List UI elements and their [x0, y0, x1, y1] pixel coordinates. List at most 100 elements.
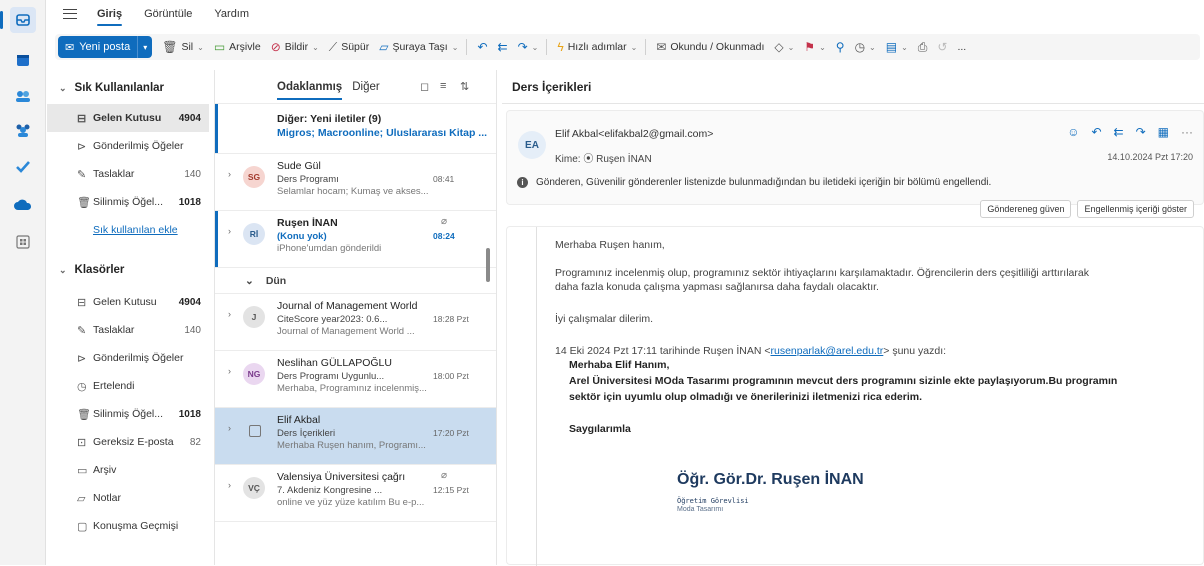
tag-button[interactable]: ◇ ⌄: [774, 40, 794, 54]
reply-icon[interactable]: ↶: [1091, 125, 1101, 139]
list-item[interactable]: › Rİ Ruşen İNAN (Konu yok) iPhone'umdan gönd…: [215, 211, 496, 268]
chevron-down-icon[interactable]: ⌄: [819, 43, 826, 52]
recipient[interactable]: Kime: ⦿ Ruşen İNAN: [555, 150, 652, 165]
preview: Merhaba, Programınız incelenmiş...: [277, 383, 427, 394]
apps-icon[interactable]: [13, 232, 33, 252]
chevron-right-icon[interactable]: ›: [228, 169, 231, 179]
trust-sender-button[interactable]: Göndereneg güven: [980, 200, 1072, 218]
reply-all-icon[interactable]: ⇇: [1114, 125, 1124, 139]
folder-count: 4904: [178, 296, 201, 308]
folders-header[interactable]: ⌄ Klasörler: [47, 260, 209, 280]
body-para2: daha fazla konuda çalışma yapması sağlan…: [555, 281, 879, 293]
rules-button[interactable]: ▤ ⌄: [886, 40, 908, 54]
new-mail-button[interactable]: ✉ Yeni posta ▾: [58, 36, 153, 58]
chevron-down-icon[interactable]: ⌄: [197, 43, 204, 52]
folder-1[interactable]: ✎ Taslaklar 140: [47, 316, 209, 344]
move-button[interactable]: ▱ Şuraya Taşı ⌄: [379, 40, 458, 54]
show-blocked-content-button[interactable]: Engellenmiş içeriği göster: [1077, 200, 1194, 218]
sender[interactable]: Elif Akbal<elifakbal2@gmail.com>: [555, 128, 713, 140]
mail-app-icon[interactable]: [0, 7, 36, 33]
folder-3[interactable]: ◷ Ertelendi: [47, 372, 209, 400]
print-button[interactable]: ⎙: [918, 40, 928, 55]
sweep-button[interactable]: ⟋ Süpür: [329, 40, 369, 55]
flag-button[interactable]: ⚑ ⌄: [804, 40, 825, 54]
list-item[interactable]: › VÇ Valensiya Üniversitesi çağrı 7. Akdeni…: [215, 465, 496, 522]
report-button[interactable]: ⊘ Bildir ⌄: [271, 40, 319, 54]
select-checkbox[interactable]: [249, 425, 261, 437]
chevron-down-icon[interactable]: ⌄: [312, 43, 319, 52]
chevron-right-icon[interactable]: ›: [228, 309, 231, 319]
chevron-down-icon[interactable]: ⌄: [869, 43, 876, 52]
undo-button[interactable]: ↺: [937, 40, 947, 54]
other-title: Diğer: Yeni iletiler (9): [277, 113, 382, 125]
folder-6[interactable]: ▭ Arşiv: [47, 456, 209, 484]
fav-2[interactable]: ✎ Taslaklar 140: [47, 160, 209, 188]
email-link[interactable]: rusenparlak@arel.edu.tr: [770, 345, 883, 357]
folder-5[interactable]: ⊡ Gereksiz E-posta 82: [47, 428, 209, 456]
list-item[interactable]: › SG Sude Gül Ders Programı Selamlar hocam; …: [215, 154, 496, 211]
apps-grid-icon[interactable]: ▦: [1158, 125, 1169, 139]
calendar-app-icon[interactable]: [13, 50, 33, 70]
quick-steps-button[interactable]: ϟ Hızlı adımlar ⌄: [557, 40, 637, 54]
delete-button[interactable]: 🗑 Sil ⌄: [162, 40, 204, 54]
folder-2[interactable]: ⊳ Gönderilmiş Öğeler: [47, 344, 209, 372]
folder-0[interactable]: ⊟ Gelen Kutusu 4904: [47, 288, 209, 316]
todo-app-icon[interactable]: [13, 157, 33, 177]
tab-home[interactable]: Giriş: [97, 4, 123, 26]
folder-8[interactable]: ▢ Konuşma Geçmişi: [47, 512, 209, 540]
tab-view[interactable]: Görüntüle: [144, 4, 192, 24]
move-label: Şuraya Taşı: [392, 41, 448, 53]
timestamp: 08:24: [433, 231, 455, 241]
more-button[interactable]: ...: [957, 41, 966, 53]
sort-icon[interactable]: ⇅: [460, 80, 469, 93]
archive-button[interactable]: ▭ Arşivle: [214, 40, 261, 54]
more-icon[interactable]: ···: [1181, 125, 1193, 139]
select-mode-icon[interactable]: ◻: [420, 80, 429, 93]
reply-button[interactable]: ↶: [477, 40, 487, 54]
list-item[interactable]: › Elif Akbal Ders İçerikleri Merhaba Ruşen …: [215, 408, 496, 465]
chevron-down-icon[interactable]: ⌄: [532, 43, 539, 52]
folder-4[interactable]: 🗑 Silinmiş Öğel... 1018: [47, 400, 209, 428]
emoji-icon[interactable]: ☺: [1067, 125, 1079, 139]
chevron-down-icon[interactable]: ⌄: [788, 43, 795, 52]
groups-app-icon[interactable]: [13, 120, 33, 140]
reply-all-button[interactable]: ⇇: [498, 40, 508, 54]
filter-icon[interactable]: ≡: [440, 80, 446, 92]
snooze-button[interactable]: ◷ ⌄: [855, 40, 876, 54]
forward-button[interactable]: ↷ ⌄: [518, 40, 539, 54]
chevron-down-icon[interactable]: ⌄: [452, 43, 459, 52]
fav-0[interactable]: ⊟ Gelen Kutusu 4904: [47, 104, 209, 132]
avatar[interactable]: EA: [518, 131, 546, 159]
fav-3[interactable]: 🗑 Silinmiş Öğel... 1018: [47, 188, 209, 216]
menu-bar: Giriş Görüntüle Yardım: [47, 0, 1204, 28]
add-favorite-link[interactable]: Sık kullanılan ekle: [47, 216, 209, 244]
favorites-header[interactable]: ⌄ Sık Kullanılanlar: [47, 78, 209, 98]
tab-focused[interactable]: Odaklanmış: [277, 81, 343, 100]
onedrive-app-icon[interactable]: [13, 194, 33, 214]
chevron-down-icon[interactable]: ⌄: [631, 43, 638, 52]
pin-button[interactable]: ⚲: [836, 40, 845, 54]
scrollbar[interactable]: [485, 174, 491, 565]
day-header[interactable]: ⌄ Dün: [215, 268, 496, 294]
new-mail-dropdown[interactable]: ▾: [138, 43, 152, 52]
list-item[interactable]: › NG Neslihan GÜLLAPOĞLU Ders Programı Uygu…: [215, 351, 496, 408]
chevron-down-icon[interactable]: ⌄: [901, 43, 908, 52]
list-item[interactable]: › J Journal of Management World CiteScore y…: [215, 294, 496, 351]
other-inbox-summary[interactable]: Diğer: Yeni iletiler (9) Migros; Macroon…: [215, 104, 496, 154]
folder-7[interactable]: ▱ Notlar: [47, 484, 209, 512]
people-app-icon[interactable]: [13, 86, 33, 106]
sender-name: Elif Akbal: [277, 414, 321, 426]
read-unread-button[interactable]: ✉ Okundu / Okunmadı: [656, 40, 764, 54]
chevron-right-icon[interactable]: ›: [228, 423, 231, 433]
hamburger-icon[interactable]: [63, 9, 77, 19]
scrollbar-thumb[interactable]: [486, 248, 490, 282]
tab-help[interactable]: Yardım: [214, 4, 249, 24]
chevron-right-icon[interactable]: ›: [228, 480, 231, 490]
timestamp: 17:20 Pzt: [433, 428, 469, 438]
fav-1[interactable]: ⊳ Gönderilmiş Öğeler: [47, 132, 209, 160]
forward-icon[interactable]: ↷: [1136, 125, 1146, 139]
divider: [466, 39, 468, 55]
tab-other[interactable]: Diğer: [352, 81, 379, 93]
chevron-right-icon[interactable]: ›: [228, 366, 231, 376]
chevron-right-icon[interactable]: ›: [228, 226, 231, 236]
